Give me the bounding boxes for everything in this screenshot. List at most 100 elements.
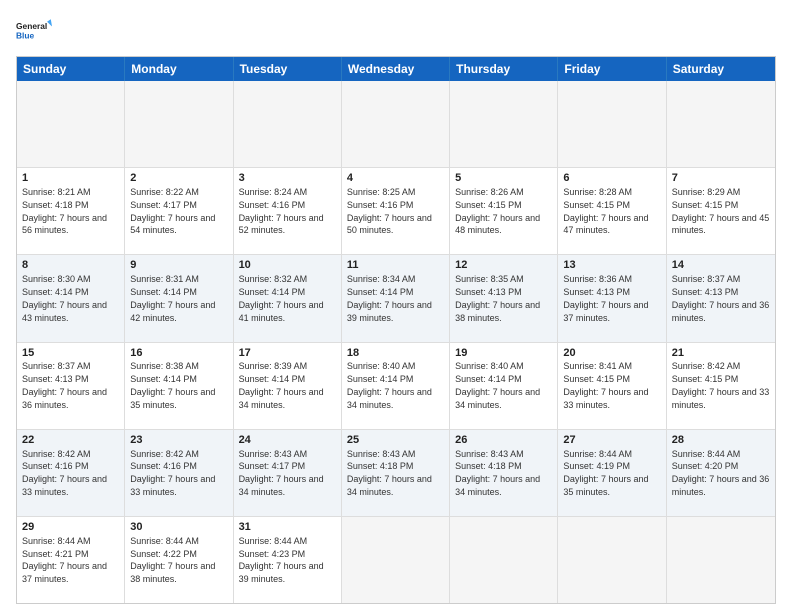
day-cell: 11 Sunrise: 8:34 AMSunset: 4:14 PMDaylig… xyxy=(342,255,450,341)
day-number: 18 xyxy=(347,346,444,361)
day-number: 3 xyxy=(239,171,336,186)
cell-info: Sunrise: 8:29 AMSunset: 4:15 PMDaylight:… xyxy=(672,187,770,235)
day-number: 22 xyxy=(22,433,119,448)
day-cell: 26 Sunrise: 8:43 AMSunset: 4:18 PMDaylig… xyxy=(450,430,558,516)
day-cell: 14 Sunrise: 8:37 AMSunset: 4:13 PMDaylig… xyxy=(667,255,775,341)
cell-info: Sunrise: 8:41 AMSunset: 4:15 PMDaylight:… xyxy=(563,361,648,409)
day-cell: 2 Sunrise: 8:22 AMSunset: 4:17 PMDayligh… xyxy=(125,168,233,254)
day-cell: 27 Sunrise: 8:44 AMSunset: 4:19 PMDaylig… xyxy=(558,430,666,516)
calendar-row xyxy=(17,81,775,168)
day-number: 10 xyxy=(239,258,336,273)
day-number: 9 xyxy=(130,258,227,273)
day-cell: 5 Sunrise: 8:26 AMSunset: 4:15 PMDayligh… xyxy=(450,168,558,254)
day-number: 25 xyxy=(347,433,444,448)
day-number: 17 xyxy=(239,346,336,361)
day-cell: 23 Sunrise: 8:42 AMSunset: 4:16 PMDaylig… xyxy=(125,430,233,516)
empty-cell xyxy=(450,81,558,167)
cell-info: Sunrise: 8:42 AMSunset: 4:15 PMDaylight:… xyxy=(672,361,770,409)
day-cell: 9 Sunrise: 8:31 AMSunset: 4:14 PMDayligh… xyxy=(125,255,233,341)
logo-svg: General Blue xyxy=(16,12,52,48)
page: General Blue SundayMondayTuesdayWednesda… xyxy=(0,0,792,612)
day-number: 11 xyxy=(347,258,444,273)
empty-cell xyxy=(450,517,558,603)
day-of-week-header: Sunday xyxy=(17,57,125,81)
cell-info: Sunrise: 8:34 AMSunset: 4:14 PMDaylight:… xyxy=(347,274,432,322)
cell-info: Sunrise: 8:37 AMSunset: 4:13 PMDaylight:… xyxy=(22,361,107,409)
empty-cell xyxy=(17,81,125,167)
day-number: 28 xyxy=(672,433,770,448)
cell-info: Sunrise: 8:40 AMSunset: 4:14 PMDaylight:… xyxy=(455,361,540,409)
day-cell: 4 Sunrise: 8:25 AMSunset: 4:16 PMDayligh… xyxy=(342,168,450,254)
day-number: 14 xyxy=(672,258,770,273)
cell-info: Sunrise: 8:32 AMSunset: 4:14 PMDaylight:… xyxy=(239,274,324,322)
day-cell: 24 Sunrise: 8:43 AMSunset: 4:17 PMDaylig… xyxy=(234,430,342,516)
cell-info: Sunrise: 8:44 AMSunset: 4:19 PMDaylight:… xyxy=(563,449,648,497)
day-cell: 17 Sunrise: 8:39 AMSunset: 4:14 PMDaylig… xyxy=(234,343,342,429)
cell-info: Sunrise: 8:42 AMSunset: 4:16 PMDaylight:… xyxy=(130,449,215,497)
empty-cell xyxy=(342,81,450,167)
cell-info: Sunrise: 8:30 AMSunset: 4:14 PMDaylight:… xyxy=(22,274,107,322)
day-cell: 12 Sunrise: 8:35 AMSunset: 4:13 PMDaylig… xyxy=(450,255,558,341)
calendar: SundayMondayTuesdayWednesdayThursdayFrid… xyxy=(16,56,776,604)
empty-cell xyxy=(558,81,666,167)
day-number: 30 xyxy=(130,520,227,535)
day-of-week-header: Thursday xyxy=(450,57,558,81)
day-of-week-header: Tuesday xyxy=(234,57,342,81)
day-cell: 15 Sunrise: 8:37 AMSunset: 4:13 PMDaylig… xyxy=(17,343,125,429)
day-number: 24 xyxy=(239,433,336,448)
cell-info: Sunrise: 8:24 AMSunset: 4:16 PMDaylight:… xyxy=(239,187,324,235)
day-number: 6 xyxy=(563,171,660,186)
day-number: 15 xyxy=(22,346,119,361)
day-cell: 25 Sunrise: 8:43 AMSunset: 4:18 PMDaylig… xyxy=(342,430,450,516)
day-cell: 22 Sunrise: 8:42 AMSunset: 4:16 PMDaylig… xyxy=(17,430,125,516)
day-number: 13 xyxy=(563,258,660,273)
cell-info: Sunrise: 8:44 AMSunset: 4:22 PMDaylight:… xyxy=(130,536,215,584)
day-cell: 1 Sunrise: 8:21 AMSunset: 4:18 PMDayligh… xyxy=(17,168,125,254)
cell-info: Sunrise: 8:38 AMSunset: 4:14 PMDaylight:… xyxy=(130,361,215,409)
logo: General Blue xyxy=(16,12,52,48)
day-number: 8 xyxy=(22,258,119,273)
day-cell: 31 Sunrise: 8:44 AMSunset: 4:23 PMDaylig… xyxy=(234,517,342,603)
day-number: 16 xyxy=(130,346,227,361)
day-number: 1 xyxy=(22,171,119,186)
cell-info: Sunrise: 8:35 AMSunset: 4:13 PMDaylight:… xyxy=(455,274,540,322)
day-number: 23 xyxy=(130,433,227,448)
day-cell: 13 Sunrise: 8:36 AMSunset: 4:13 PMDaylig… xyxy=(558,255,666,341)
empty-cell xyxy=(667,517,775,603)
cell-info: Sunrise: 8:43 AMSunset: 4:18 PMDaylight:… xyxy=(455,449,540,497)
cell-info: Sunrise: 8:37 AMSunset: 4:13 PMDaylight:… xyxy=(672,274,770,322)
empty-cell xyxy=(125,81,233,167)
cell-info: Sunrise: 8:31 AMSunset: 4:14 PMDaylight:… xyxy=(130,274,215,322)
calendar-row: 22 Sunrise: 8:42 AMSunset: 4:16 PMDaylig… xyxy=(17,430,775,517)
day-of-week-header: Saturday xyxy=(667,57,775,81)
day-number: 2 xyxy=(130,171,227,186)
day-number: 21 xyxy=(672,346,770,361)
cell-info: Sunrise: 8:44 AMSunset: 4:21 PMDaylight:… xyxy=(22,536,107,584)
day-cell: 20 Sunrise: 8:41 AMSunset: 4:15 PMDaylig… xyxy=(558,343,666,429)
day-number: 5 xyxy=(455,171,552,186)
empty-cell xyxy=(558,517,666,603)
cell-info: Sunrise: 8:21 AMSunset: 4:18 PMDaylight:… xyxy=(22,187,107,235)
day-number: 29 xyxy=(22,520,119,535)
day-of-week-header: Monday xyxy=(125,57,233,81)
day-number: 7 xyxy=(672,171,770,186)
calendar-row: 29 Sunrise: 8:44 AMSunset: 4:21 PMDaylig… xyxy=(17,517,775,603)
day-cell: 18 Sunrise: 8:40 AMSunset: 4:14 PMDaylig… xyxy=(342,343,450,429)
calendar-header: SundayMondayTuesdayWednesdayThursdayFrid… xyxy=(17,57,775,81)
empty-cell xyxy=(342,517,450,603)
header: General Blue xyxy=(16,12,776,48)
calendar-row: 15 Sunrise: 8:37 AMSunset: 4:13 PMDaylig… xyxy=(17,343,775,430)
day-cell: 19 Sunrise: 8:40 AMSunset: 4:14 PMDaylig… xyxy=(450,343,558,429)
day-number: 31 xyxy=(239,520,336,535)
day-cell: 21 Sunrise: 8:42 AMSunset: 4:15 PMDaylig… xyxy=(667,343,775,429)
cell-info: Sunrise: 8:43 AMSunset: 4:18 PMDaylight:… xyxy=(347,449,432,497)
cell-info: Sunrise: 8:44 AMSunset: 4:23 PMDaylight:… xyxy=(239,536,324,584)
cell-info: Sunrise: 8:22 AMSunset: 4:17 PMDaylight:… xyxy=(130,187,215,235)
day-number: 19 xyxy=(455,346,552,361)
cell-info: Sunrise: 8:42 AMSunset: 4:16 PMDaylight:… xyxy=(22,449,107,497)
day-cell: 16 Sunrise: 8:38 AMSunset: 4:14 PMDaylig… xyxy=(125,343,233,429)
day-cell: 6 Sunrise: 8:28 AMSunset: 4:15 PMDayligh… xyxy=(558,168,666,254)
cell-info: Sunrise: 8:36 AMSunset: 4:13 PMDaylight:… xyxy=(563,274,648,322)
svg-text:General: General xyxy=(16,21,47,31)
day-cell: 29 Sunrise: 8:44 AMSunset: 4:21 PMDaylig… xyxy=(17,517,125,603)
